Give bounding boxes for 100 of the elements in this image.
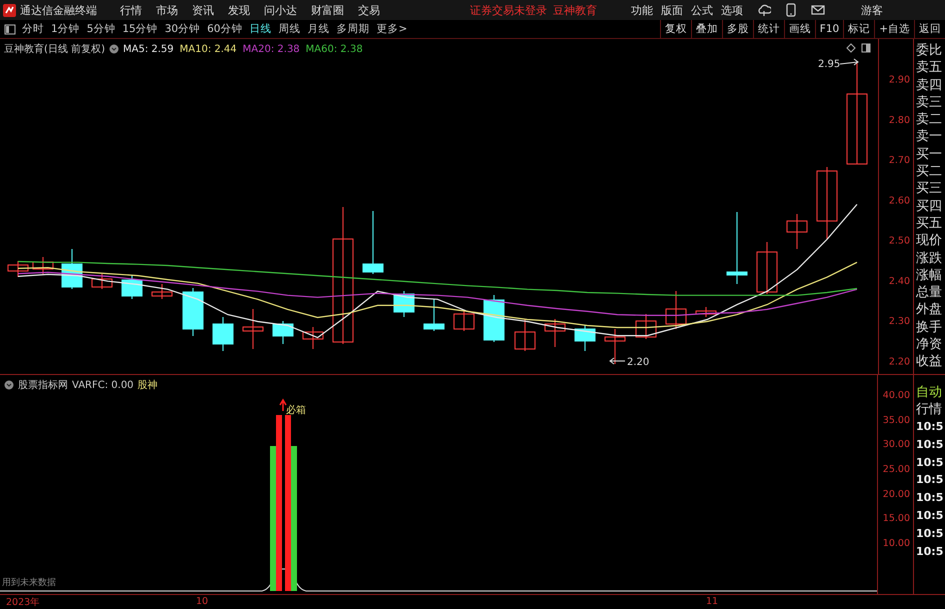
quote-label: 卖二 — [915, 111, 943, 128]
ma-value: MA60: 2.38 — [306, 44, 363, 54]
menu-item[interactable]: 选项 — [721, 2, 743, 18]
ma-value: MA10: 2.44 — [180, 44, 237, 54]
quote-label: 外盘 — [915, 301, 943, 319]
quote-label: 总量 — [915, 284, 943, 302]
candlestick — [604, 328, 626, 364]
quote-label: 卖三 — [915, 94, 943, 112]
quote-label: 买一 — [915, 146, 943, 164]
axis-label: 2.30 — [888, 316, 910, 328]
leader-arrow — [609, 358, 626, 364]
quote-label: 涨幅 — [915, 266, 943, 284]
quote-label: 卖一 — [915, 128, 943, 146]
period-tab[interactable]: 60分钟 — [207, 22, 242, 36]
axis-label: 30.00 — [882, 438, 911, 452]
quote-label: 买三 — [915, 180, 943, 198]
up-arrow-icon — [279, 398, 287, 412]
quote-label: 委比 — [915, 42, 943, 60]
date-label: 11 — [706, 596, 718, 607]
menu-item[interactable]: 行情 — [120, 2, 142, 18]
candlestick — [574, 324, 596, 352]
trade-time: 10:5 — [915, 419, 944, 435]
toolbar-button[interactable]: +自选 — [874, 20, 914, 38]
menu-item[interactable]: 功能 — [631, 2, 653, 18]
candlestick — [182, 288, 204, 336]
indicator-title: 股票指标网 — [18, 378, 68, 392]
candlestick — [242, 308, 264, 350]
toolbar-button[interactable]: 统计 — [752, 20, 784, 38]
axis-label: 2.20 — [888, 356, 910, 368]
axis-label: 10.00 — [882, 537, 911, 552]
period-tab[interactable]: 日线 — [250, 22, 272, 36]
menu-item[interactable]: 交易 — [358, 2, 380, 18]
quote-label: 涨跌 — [915, 250, 943, 267]
trade-time: 10:5 — [915, 490, 944, 506]
date-label: 10 — [196, 596, 208, 607]
axis-label: 2.80 — [888, 115, 910, 126]
collapse-icon[interactable] — [108, 44, 119, 54]
axis-label: 2.70 — [888, 155, 910, 166]
period-tab[interactable]: 15分钟 — [122, 22, 158, 36]
user-name[interactable]: 游客 — [861, 2, 883, 18]
period-tab[interactable]: 更多> — [376, 22, 408, 36]
toolbar-button[interactable]: 叠加 — [690, 20, 722, 38]
ma-value: MA5: 2.59 — [122, 44, 174, 54]
mode-tab[interactable]: 自动 — [914, 384, 945, 401]
menu-item[interactable]: 发现 — [228, 2, 250, 18]
candlestick — [454, 310, 474, 332]
stock-notice[interactable]: 豆神教育 — [553, 2, 597, 18]
price-label: 2.95 — [818, 59, 840, 70]
login-notice[interactable]: 证券交易未登录 — [470, 2, 547, 18]
indicator-tag: 股神 — [138, 378, 158, 392]
period-tab[interactable]: 1分钟 — [51, 22, 80, 36]
axis-label: 2.50 — [888, 236, 910, 247]
ma-value: MA20: 2.38 — [242, 44, 300, 54]
toolbar-button[interactable]: 复权 — [660, 20, 691, 38]
period-tab[interactable]: 分时 — [22, 22, 44, 36]
candlestick — [8, 260, 28, 278]
toolbar-button[interactable]: 返回 — [914, 20, 945, 38]
candlestick — [786, 214, 808, 250]
candlestick — [666, 290, 686, 330]
menu-item[interactable]: 问小达 — [264, 2, 297, 18]
mode-tab[interactable]: 行情 — [914, 401, 945, 418]
candlestick — [32, 256, 54, 274]
candlestick — [362, 210, 384, 274]
cloud-icon[interactable] — [757, 3, 771, 17]
candlestick — [92, 274, 112, 290]
diamond-icon[interactable] — [846, 43, 856, 53]
menu-item[interactable]: 财富圈 — [311, 2, 344, 18]
menu-item[interactable]: 市场 — [156, 2, 178, 18]
period-tab[interactable]: 月线 — [308, 22, 330, 36]
quote-label: 现价 — [915, 232, 943, 250]
candlestick — [122, 274, 142, 300]
panel-toggle-icon[interactable] — [4, 24, 16, 34]
candlestick — [756, 242, 778, 294]
period-tab[interactable]: 周线 — [278, 22, 300, 36]
trade-time: 10:5 — [915, 508, 944, 524]
collapse-icon[interactable] — [4, 380, 14, 390]
candlestick — [302, 326, 324, 350]
phone-icon[interactable] — [785, 3, 797, 17]
toolbar-button[interactable]: 标记 — [843, 20, 874, 38]
future-data-note: 用到未来数据 — [2, 576, 56, 589]
candlestick — [544, 318, 566, 348]
trade-time: 10:5 — [915, 472, 944, 488]
menu-item[interactable]: 资讯 — [192, 2, 214, 18]
menu-item[interactable]: 公式 — [691, 2, 713, 18]
candlestick — [424, 298, 444, 332]
axis-label: 40.00 — [882, 389, 911, 403]
axis-label: 2.60 — [888, 196, 910, 206]
quote-label: 卖四 — [915, 76, 943, 94]
candlestick — [62, 248, 82, 290]
candlestick — [484, 294, 504, 342]
period-tab[interactable]: 多周期 — [336, 22, 370, 36]
mail-icon[interactable] — [811, 3, 825, 17]
period-tab[interactable]: 5分钟 — [86, 22, 116, 36]
toolbar-button[interactable]: F10 — [814, 20, 844, 38]
menu-item[interactable]: 版面 — [661, 2, 683, 18]
axis-label: 35.00 — [882, 414, 911, 428]
period-tab[interactable]: 30分钟 — [164, 22, 200, 36]
toolbar-button[interactable]: 多股 — [722, 20, 753, 38]
toolbar-button[interactable]: 画线 — [784, 20, 815, 38]
panel-icon[interactable] — [861, 43, 871, 53]
